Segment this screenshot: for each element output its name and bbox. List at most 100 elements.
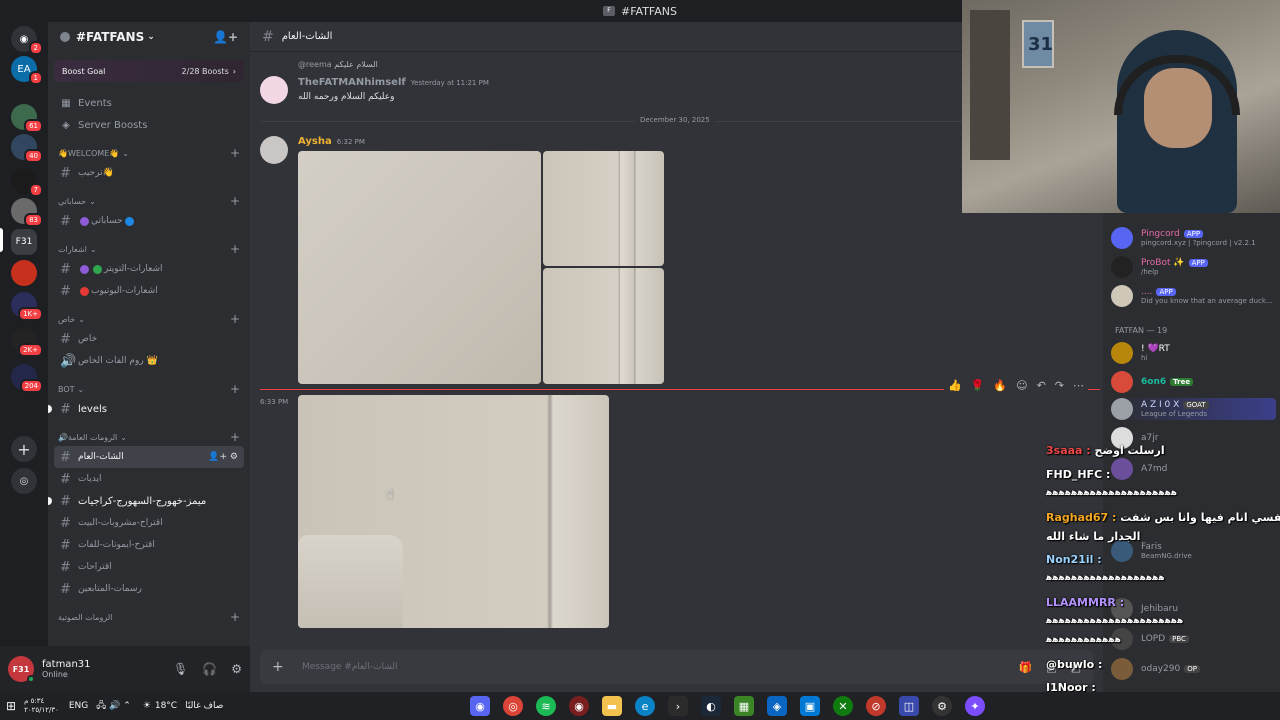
reply-icon[interactable]: ↶ xyxy=(1037,379,1046,392)
category-general[interactable]: 🔊الرومات العامة ⌄ + xyxy=(48,428,250,446)
spotify-icon[interactable]: ≋ xyxy=(536,696,556,716)
server-icon-4[interactable]: 7 xyxy=(11,168,43,197)
discord-icon[interactable]: ◉ xyxy=(470,696,490,716)
avatar[interactable] xyxy=(260,136,288,164)
avatar[interactable]: F31 xyxy=(8,656,35,683)
terminal-icon[interactable]: › xyxy=(668,696,688,716)
language-indicator[interactable]: ENG xyxy=(69,701,88,711)
forward-icon[interactable]: ↷ xyxy=(1055,379,1064,392)
channel-suggest-drinks[interactable]: # اقتراح-مشروبات-البيت xyxy=(54,512,244,534)
add-attachment-icon[interactable]: + xyxy=(272,659,288,675)
channel-welcome[interactable]: # ترحيب👋 xyxy=(54,162,244,184)
channel-general[interactable]: # الشات-العام 👤+ ⚙ xyxy=(54,446,244,468)
member-item[interactable]: A Z I 0 X GOAT League of Legends xyxy=(1111,398,1276,420)
boost-goal-bar[interactable]: Boost Goal 2/28 Boosts › xyxy=(54,60,244,82)
message-composer[interactable]: + Message #الشات-العام 🎁 ▣ ◩ xyxy=(260,650,1093,684)
channel-drawings[interactable]: # رسمات-المتابعين xyxy=(54,578,244,600)
nav-server-boosts[interactable]: ◈ Server Boosts xyxy=(48,114,250,136)
fire-icon[interactable]: 🔥 xyxy=(993,379,1007,392)
settings-icon[interactable]: ⚙ xyxy=(932,696,952,716)
channel-suggest-emotes[interactable]: # اقترح-ايموتات-للفات xyxy=(54,534,244,556)
store-icon[interactable]: ▣ xyxy=(800,696,820,716)
add-channel-icon[interactable]: + xyxy=(230,194,240,208)
add-channel-icon[interactable]: + xyxy=(230,146,240,160)
weather-text[interactable]: صاف غالبًا xyxy=(185,701,223,711)
server-icon-ea[interactable]: EA 1 xyxy=(11,56,43,85)
server-icon-8[interactable]: 1K+ xyxy=(11,292,43,321)
add-channel-icon[interactable]: + xyxy=(230,430,240,444)
edge-icon[interactable]: e xyxy=(635,696,655,716)
add-reaction-icon[interactable]: ☺ xyxy=(1016,379,1027,392)
app-icon[interactable]: ◫ xyxy=(899,696,919,716)
channel-suggestions[interactable]: # اقتراحات xyxy=(54,556,244,578)
thumbs-up-icon[interactable]: 👍 xyxy=(948,379,962,392)
add-server-icon[interactable]: + xyxy=(11,436,37,462)
app-icon[interactable]: ⊘ xyxy=(866,696,886,716)
copilot-icon[interactable]: ✦ xyxy=(965,696,985,716)
add-channel-icon[interactable]: + xyxy=(230,610,240,624)
server-icon-5[interactable]: 83 xyxy=(11,198,43,227)
tray-icons[interactable]: 🖧 🔊 ⌃ xyxy=(96,698,131,714)
windows-start-icon[interactable]: ⊞ xyxy=(6,699,16,713)
message-author[interactable]: TheFATMANhimself Yesterday at 11:21 PM xyxy=(298,77,489,88)
member-item[interactable]: ProBot ✨ APP/help xyxy=(1111,256,1276,278)
attachment-image[interactable] xyxy=(543,268,664,384)
attachment-image[interactable] xyxy=(298,395,609,628)
category-bot[interactable]: BOT ⌄ + xyxy=(48,380,250,398)
message-author[interactable]: Aysha 6:32 PM xyxy=(298,136,365,147)
channel-settings-icons[interactable]: 👤+ ⚙ xyxy=(208,452,238,462)
server-icon-fatfans[interactable]: F31 xyxy=(11,229,37,255)
steam-icon[interactable]: ◐ xyxy=(701,696,721,716)
category-voice[interactable]: الرومات الصوتية + xyxy=(48,608,250,626)
microphone-icon[interactable]: 🎙 xyxy=(173,662,188,676)
attachment-image[interactable] xyxy=(543,151,664,266)
obs-icon[interactable]: ◉ xyxy=(569,696,589,716)
member-item[interactable]: Pingcord APP pingcord.xyz | ?pingcord | v2… xyxy=(1111,227,1276,249)
minecraft-icon[interactable]: ▦ xyxy=(734,696,754,716)
rose-icon[interactable]: 🌹 xyxy=(971,379,985,392)
channel-notif-twitch[interactable]: # اشعارات-التويتر xyxy=(54,258,244,280)
avatar[interactable] xyxy=(260,76,288,104)
invite-people-icon[interactable]: 👤+ xyxy=(213,30,238,44)
channel-accounts[interactable]: # حساباتي xyxy=(54,210,244,232)
category-notifications[interactable]: اشعارات ⌄ + xyxy=(48,240,250,258)
category-accounts[interactable]: حساباتي ⌄ + xyxy=(48,192,250,210)
app-icon[interactable]: ◈ xyxy=(767,696,787,716)
composer-placeholder[interactable]: Message #الشات-العام xyxy=(302,662,398,672)
channel-memes[interactable]: # ميمز-خهورج-السهورج-كراجيات xyxy=(48,490,244,512)
reply-preview[interactable]: @reema السلام عليكم xyxy=(298,60,378,69)
category-private[interactable]: خاص ⌄ + xyxy=(48,310,250,328)
clock-time[interactable]: ٥:٣٤ م xyxy=(24,697,59,706)
nav-events[interactable]: ▦ Events xyxy=(48,92,250,114)
xbox-icon[interactable]: ✕ xyxy=(833,696,853,716)
channel-levels[interactable]: # levels xyxy=(48,398,244,420)
more-icon[interactable]: ⋯ xyxy=(1073,379,1084,392)
channel-private[interactable]: # خاص xyxy=(54,328,244,350)
member-item[interactable]: 6on6 Tree xyxy=(1111,371,1276,393)
server-icon-10[interactable]: 204 xyxy=(11,364,43,393)
chrome-icon[interactable]: ◎ xyxy=(503,696,523,716)
clock-date[interactable]: ٢٠٢٥/١٢/٣٠ xyxy=(24,706,59,715)
weather-temp[interactable]: 18°C xyxy=(155,701,177,711)
channel-notif-youtube[interactable]: # اشعارات-اليوتيوب xyxy=(54,280,244,302)
folder-icon[interactable]: ▬ xyxy=(602,696,622,716)
headphones-icon[interactable]: 🎧 xyxy=(202,662,217,676)
gear-icon[interactable]: ⚙ xyxy=(231,662,242,676)
add-channel-icon[interactable]: + xyxy=(230,382,240,396)
weather-icon[interactable]: ☀ xyxy=(143,701,151,711)
reply-mention[interactable]: @reema xyxy=(298,60,332,69)
category-welcome[interactable]: 👋WELCOME👋 ⌄ + xyxy=(48,144,250,162)
channel-ideas[interactable]: # ايديات xyxy=(54,468,244,490)
gift-icon[interactable]: 🎁 xyxy=(1018,661,1032,674)
add-channel-icon[interactable]: + xyxy=(230,242,240,256)
voice-private-room[interactable]: 🔊 روم الفات الخاص 👑 xyxy=(54,350,244,372)
discord-home-icon[interactable]: ◉ 2 xyxy=(11,26,43,55)
guild-header[interactable]: #FATFANS ⌄ 👤+ xyxy=(48,22,250,52)
member-item[interactable]: .... APP Did you know that an average duck… xyxy=(1111,285,1276,307)
attachment-image[interactable] xyxy=(298,151,541,384)
server-icon-9[interactable]: 2K+ xyxy=(11,328,43,357)
server-icon-2[interactable]: 61 xyxy=(11,104,43,133)
add-channel-icon[interactable]: + xyxy=(230,312,240,326)
server-icon-7[interactable] xyxy=(11,260,37,286)
member-item[interactable]: ! 💜RT hi xyxy=(1111,342,1276,364)
